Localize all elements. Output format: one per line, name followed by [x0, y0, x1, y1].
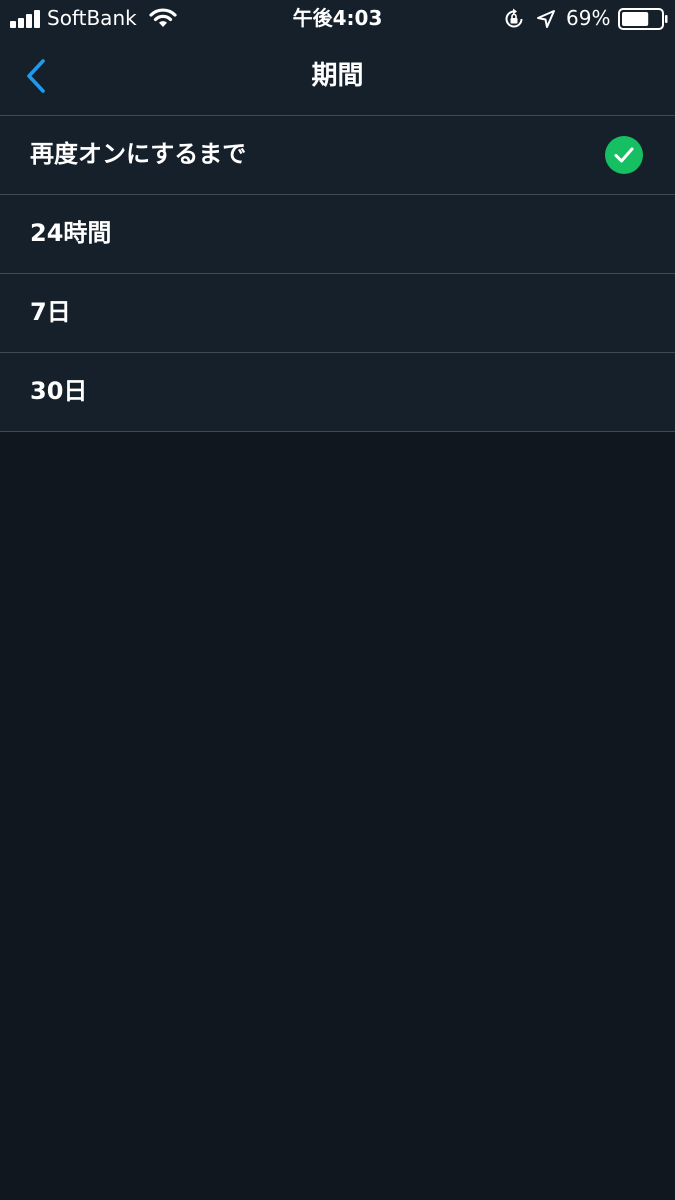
battery-icon	[618, 8, 668, 30]
header: SoftBank 午後4:03 69% 期間	[0, 0, 675, 116]
navigation-bar: 期間	[0, 38, 675, 115]
option-until-turned-on[interactable]: 再度オンにするまで	[0, 116, 675, 195]
status-bar: SoftBank 午後4:03 69%	[0, 0, 675, 38]
battery-percentage: 69%	[566, 6, 611, 30]
option-label: 30日	[30, 377, 88, 405]
checkmark-icon	[605, 136, 643, 174]
option-label: 7日	[30, 298, 71, 326]
page-title: 期間	[311, 61, 364, 91]
duration-options-list: 再度オンにするまで 24時間 7日 30日	[0, 116, 675, 432]
option-7-days[interactable]: 7日	[0, 274, 675, 353]
option-label: 24時間	[30, 219, 112, 247]
rotation-lock-icon	[505, 8, 523, 28]
option-30-days[interactable]: 30日	[0, 353, 675, 432]
option-24-hours[interactable]: 24時間	[0, 195, 675, 274]
option-label: 再度オンにするまで	[30, 140, 247, 168]
location-icon	[537, 10, 555, 28]
